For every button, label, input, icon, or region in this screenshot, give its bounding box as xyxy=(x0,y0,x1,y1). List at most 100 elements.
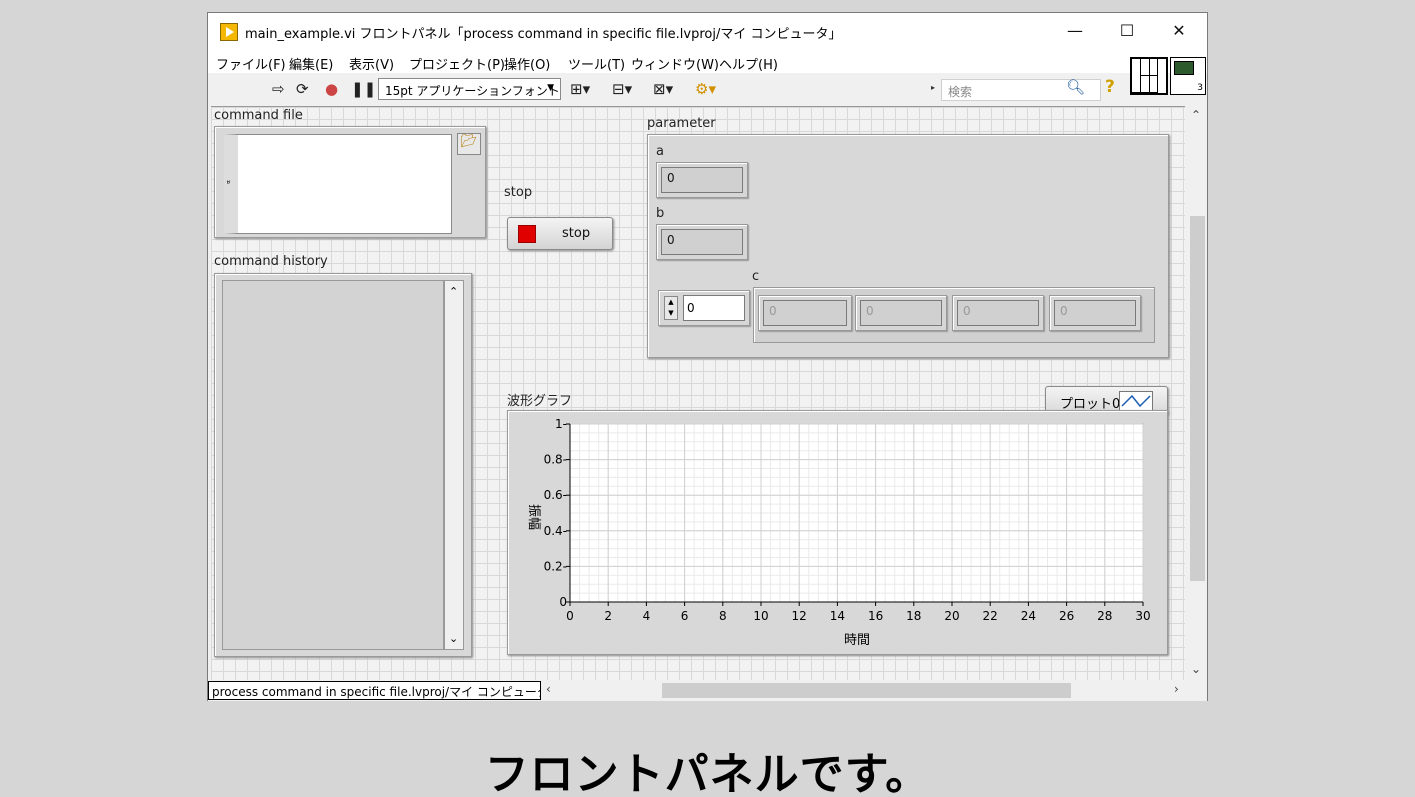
scroll-up-icon[interactable]: ⌃ xyxy=(1191,108,1201,122)
menu-operate[interactable]: 操作(O) xyxy=(504,54,550,73)
x-tick-label: 6 xyxy=(681,609,689,623)
window-title: main_example.vi フロントパネル「process command … xyxy=(245,27,842,42)
c-index-value[interactable]: 0 xyxy=(683,295,745,321)
waveform-graph-plot: 0 2 4 6 8 10 12 14 16 18 20 22 24 26 28 30 00.2-0.4-0.6… xyxy=(526,417,1151,648)
vi-icon[interactable]: 3 xyxy=(1170,57,1206,95)
minimize-button[interactable]: — xyxy=(1049,13,1101,49)
x-axis-label: 時間 xyxy=(844,633,870,648)
x-tick-label: 18 xyxy=(906,609,921,623)
command-history-label: command history xyxy=(214,254,328,269)
plot-line-swatch-icon xyxy=(1119,391,1153,411)
x-tick-label: 16 xyxy=(868,609,883,623)
path-marker-icon: ʶ xyxy=(227,179,231,190)
run-continuously-icon[interactable]: ⟳ xyxy=(296,80,309,98)
stop-label: stop xyxy=(504,185,533,200)
scroll-up-icon[interactable]: ⌃ xyxy=(449,285,458,298)
status-bar: process command in specific file.lvproj/… xyxy=(208,681,1207,701)
close-button[interactable]: ✕ xyxy=(1153,13,1205,49)
c-element-3: 0 xyxy=(1049,295,1141,331)
c-array-index[interactable]: ▲ ▼ 0 xyxy=(658,290,750,326)
a-indicator: 0 xyxy=(656,162,748,198)
distribute-objects-icon[interactable]: ⊟▾ xyxy=(612,80,632,98)
b-label: b xyxy=(656,206,665,221)
project-path: process command in specific file.lvproj/… xyxy=(208,681,541,700)
c-element-2: 0 xyxy=(952,295,1044,331)
command-file-control: ʶ 📂︎ xyxy=(214,126,486,238)
history-list-area[interactable] xyxy=(222,280,444,650)
c-element-0: 0 xyxy=(758,295,852,331)
align-objects-icon[interactable]: ⊞▾ xyxy=(570,80,590,98)
command-file-path-input[interactable]: ʶ xyxy=(224,134,452,234)
stop-button[interactable]: stop xyxy=(507,217,613,250)
abort-icon[interactable]: ● xyxy=(325,80,338,98)
x-tick-label: 20 xyxy=(944,609,959,623)
x-tick-label: 22 xyxy=(983,609,998,623)
command-history-listbox[interactable]: ⌃ ⌄ xyxy=(214,273,472,657)
a-label: a xyxy=(656,144,664,159)
slide-caption: フロントパネルです。 xyxy=(484,749,931,797)
x-tick-label: 8 xyxy=(719,609,727,623)
browse-folder-icon[interactable]: 📂︎ xyxy=(457,133,481,155)
b-indicator: 0 xyxy=(656,224,748,260)
parameter-cluster: a 0 b 0 c ▲ ▼ 0 0 0 0 0 xyxy=(647,134,1169,358)
y-tick-label: 0.8- xyxy=(544,453,567,467)
waveform-graph-label: 波形グラフ xyxy=(507,394,573,409)
menu-edit[interactable]: 編集(E) xyxy=(289,54,333,73)
y-tick-label: 0.6- xyxy=(544,488,567,502)
menu-help[interactable]: ヘルプ(H) xyxy=(719,54,778,73)
search-icon[interactable]: 🔍︎ xyxy=(1066,78,1085,96)
b-value: 0 xyxy=(661,229,743,255)
y-tick-label: 0 xyxy=(559,595,567,609)
x-tick-label: 12 xyxy=(792,609,807,623)
search-placeholder: 検索 xyxy=(948,85,973,99)
scroll-right-icon[interactable]: › xyxy=(1174,682,1179,696)
y-tick-label: 0.2- xyxy=(544,559,567,573)
toolbar: ⇨ ⟳ ● ❚❚ 15pt アプリケーションフォント ▼ ⊞▾ ⊟▾ ⊠▾ ⚙▾… xyxy=(208,73,1128,105)
scroll-down-icon[interactable]: ⌄ xyxy=(449,632,458,645)
history-scrollbar[interactable]: ⌃ ⌄ xyxy=(444,280,464,650)
c-label: c xyxy=(752,269,760,284)
menu-file[interactable]: ファイル(F) xyxy=(216,54,286,73)
scroll-down-icon[interactable]: ⌄ xyxy=(1191,662,1201,676)
menu-project[interactable]: プロジェクト(P) xyxy=(409,54,505,73)
menu-bar: ファイル(F) 編集(E) 表示(V) プロジェクト(P) 操作(O) ツール(… xyxy=(208,51,1207,73)
font-select[interactable]: 15pt アプリケーションフォント ▼ xyxy=(378,78,561,100)
connector-pane-icon[interactable] xyxy=(1130,57,1168,95)
menu-view[interactable]: 表示(V) xyxy=(349,54,394,73)
stop-led-icon xyxy=(518,225,536,243)
vertical-scroll-thumb[interactable] xyxy=(1190,216,1205,581)
x-tick-label: 2 xyxy=(604,609,612,623)
menu-tools[interactable]: ツール(T) xyxy=(568,54,625,73)
x-tick-label: 28 xyxy=(1097,609,1112,623)
scroll-left-icon[interactable]: ‹ xyxy=(546,682,551,696)
x-tick-label: 4 xyxy=(643,609,651,623)
front-panel-canvas: command file ʶ 📂︎ command history ⌃ ⌄ st… xyxy=(211,106,1185,680)
c-value-0: 0 xyxy=(763,300,847,326)
x-tick-label: 14 xyxy=(830,609,845,623)
c-value-2: 0 xyxy=(957,300,1039,326)
parameter-label: parameter xyxy=(647,116,716,131)
labview-vi-icon xyxy=(220,23,238,41)
expand-arrow-icon[interactable]: ▸ xyxy=(931,83,935,92)
font-select-value: 15pt アプリケーションフォント xyxy=(385,84,560,98)
reorder-icon[interactable]: ⚙▾ xyxy=(695,80,716,98)
help-icon[interactable]: ? xyxy=(1105,77,1115,97)
c-array: 0 0 0 0 xyxy=(753,287,1155,343)
menu-window[interactable]: ウィンドウ(W) xyxy=(631,54,719,73)
x-tick-label: 10 xyxy=(753,609,768,623)
resize-objects-icon[interactable]: ⊠▾ xyxy=(653,80,673,98)
maximize-button[interactable]: ☐ xyxy=(1101,13,1153,49)
index-stepper-icon[interactable]: ▲ ▼ xyxy=(664,296,678,320)
vertical-scrollbar[interactable]: ⌃ ⌄ xyxy=(1188,106,1206,681)
command-file-label: command file xyxy=(214,108,303,123)
stop-button-text: stop xyxy=(562,226,591,241)
x-tick-label: 26 xyxy=(1059,609,1074,623)
y-tick-label: 0.4- xyxy=(544,524,567,538)
title-bar: main_example.vi フロントパネル「process command … xyxy=(208,13,1207,51)
pause-icon[interactable]: ❚❚ xyxy=(351,80,376,98)
c-value-1: 0 xyxy=(860,300,942,326)
y-tick-label: 1- xyxy=(555,417,567,431)
horizontal-scroll-thumb[interactable] xyxy=(662,683,1071,698)
chevron-down-icon: ▼ xyxy=(547,83,554,93)
run-arrow-icon[interactable]: ⇨ xyxy=(272,80,285,98)
